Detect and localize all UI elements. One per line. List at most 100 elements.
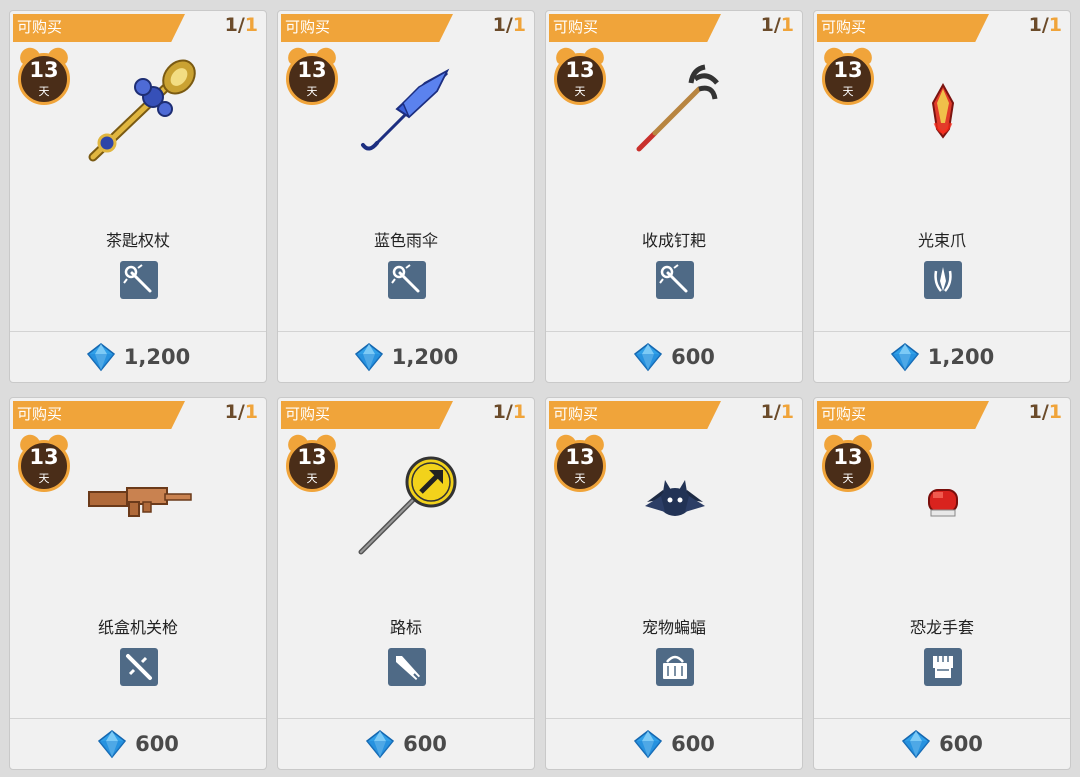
blue-gem-icon xyxy=(86,343,115,372)
alarm-clock-icon: 13 天 xyxy=(553,431,607,493)
price-row: 600 xyxy=(546,340,802,374)
price-value: 600 xyxy=(671,345,715,369)
stock-count: 1/1 xyxy=(1028,401,1062,423)
shop-item-card[interactable]: 可购买 1/1 13 天 收成钉耙 600 xyxy=(545,10,803,383)
beam-claw-icon xyxy=(931,82,955,139)
price-value: 1,200 xyxy=(123,345,191,369)
shop-item-card[interactable]: 可购买 1/1 13 天 光束爪 1,200 xyxy=(813,10,1071,383)
timer-days: 13 xyxy=(297,445,327,469)
staff-type-icon xyxy=(120,261,158,299)
timer-unit: 天 xyxy=(842,472,854,485)
blade-type-icon xyxy=(388,648,426,686)
price-row: 1,200 xyxy=(10,340,266,374)
timer-days: 13 xyxy=(565,58,595,82)
blue-gem-icon xyxy=(634,343,663,372)
blue-umbrella-icon xyxy=(361,68,450,151)
divider xyxy=(278,331,534,332)
stock-count: 1/1 xyxy=(760,14,794,36)
price-row: 600 xyxy=(278,727,534,761)
divider xyxy=(546,331,802,332)
red-glove-icon xyxy=(928,489,958,517)
timer-days: 13 xyxy=(833,445,863,469)
shop-item-card[interactable]: 可购买 1/1 13 天 纸盒机关枪 600 xyxy=(9,397,267,770)
stock-count: 1/1 xyxy=(492,14,526,36)
gun-type-icon xyxy=(120,648,158,686)
divider xyxy=(814,718,1070,719)
shop-item-card[interactable]: 可购买 1/1 13 天 恐龙手套 600 xyxy=(813,397,1071,770)
timer-unit: 天 xyxy=(306,85,318,98)
price-value: 600 xyxy=(671,732,715,756)
item-name: 路标 xyxy=(389,618,422,637)
blue-gem-icon xyxy=(902,730,931,759)
alarm-clock-icon: 13 天 xyxy=(17,431,71,493)
bat-icon xyxy=(645,480,705,516)
divider xyxy=(814,331,1070,332)
stock-count: 1/1 xyxy=(760,401,794,423)
price-row: 1,200 xyxy=(814,340,1070,374)
price-value: 600 xyxy=(135,732,179,756)
timer-unit: 天 xyxy=(306,472,318,485)
shop-item-card[interactable]: 可购买 1/1 13 天 路标 600 xyxy=(277,397,535,770)
alarm-clock-icon: 13 天 xyxy=(17,44,71,106)
timer-days: 13 xyxy=(29,58,59,82)
claw-type-icon xyxy=(924,261,962,299)
price-value: 1,200 xyxy=(927,345,995,369)
price-row: 600 xyxy=(10,727,266,761)
staff-type-icon xyxy=(388,261,426,299)
alarm-clock-icon: 13 天 xyxy=(821,431,875,493)
shop-grid: 可购买 1/1 13 天 茶匙权杖 1,200 可购买 1/1 13 天 蓝色雨… xyxy=(0,0,1080,777)
price-value: 600 xyxy=(939,732,983,756)
item-name: 茶匙权杖 xyxy=(105,231,170,250)
basket-type-icon xyxy=(656,648,694,686)
available-label: 可购买 xyxy=(821,405,867,423)
cardboard-gun-icon xyxy=(88,487,192,517)
alarm-clock-icon: 13 天 xyxy=(553,44,607,106)
rake-icon xyxy=(636,64,719,152)
price-row: 1,200 xyxy=(278,340,534,374)
stock-count: 1/1 xyxy=(492,401,526,423)
staff-type-icon xyxy=(656,261,694,299)
available-label: 可购买 xyxy=(553,18,599,36)
blue-gem-icon xyxy=(354,343,383,372)
stock-count: 1/1 xyxy=(224,14,258,36)
divider xyxy=(10,331,266,332)
blue-gem-icon xyxy=(366,730,395,759)
shop-item-card[interactable]: 可购买 1/1 13 天 宠物蝙蝠 600 xyxy=(545,397,803,770)
shop-item-card[interactable]: 可购买 1/1 13 天 茶匙权杖 1,200 xyxy=(9,10,267,383)
available-label: 可购买 xyxy=(821,18,867,36)
item-name: 纸盒机关枪 xyxy=(97,618,178,637)
blue-gem-icon xyxy=(98,730,127,759)
divider xyxy=(278,718,534,719)
item-name: 蓝色雨伞 xyxy=(373,231,438,250)
fist-type-icon xyxy=(924,648,962,686)
alarm-clock-icon: 13 天 xyxy=(285,431,339,493)
blue-gem-icon xyxy=(890,343,919,372)
available-label: 可购买 xyxy=(553,405,599,423)
divider xyxy=(10,718,266,719)
available-label: 可购买 xyxy=(285,405,331,423)
item-name: 光束爪 xyxy=(917,231,966,250)
timer-unit: 天 xyxy=(842,85,854,98)
timer-days: 13 xyxy=(565,445,595,469)
price-row: 600 xyxy=(814,727,1070,761)
timer-unit: 天 xyxy=(38,472,50,485)
blue-gem-icon xyxy=(634,730,663,759)
alarm-clock-icon: 13 天 xyxy=(821,44,875,106)
item-name: 收成钉耙 xyxy=(641,231,706,250)
available-label: 可购买 xyxy=(17,405,63,423)
timer-unit: 天 xyxy=(38,85,50,98)
available-label: 可购买 xyxy=(17,18,63,36)
item-name: 宠物蝙蝠 xyxy=(641,618,706,637)
timer-days: 13 xyxy=(833,58,863,82)
golden-staff-icon xyxy=(88,59,196,162)
timer-days: 13 xyxy=(29,445,59,469)
timer-unit: 天 xyxy=(574,85,586,98)
item-name: 恐龙手套 xyxy=(909,618,974,637)
divider xyxy=(546,718,802,719)
road-sign-icon xyxy=(358,456,457,555)
stock-count: 1/1 xyxy=(1028,14,1062,36)
stock-count: 1/1 xyxy=(224,401,258,423)
shop-item-card[interactable]: 可购买 1/1 13 天 蓝色雨伞 1,200 xyxy=(277,10,535,383)
price-value: 1,200 xyxy=(391,345,459,369)
price-row: 600 xyxy=(546,727,802,761)
